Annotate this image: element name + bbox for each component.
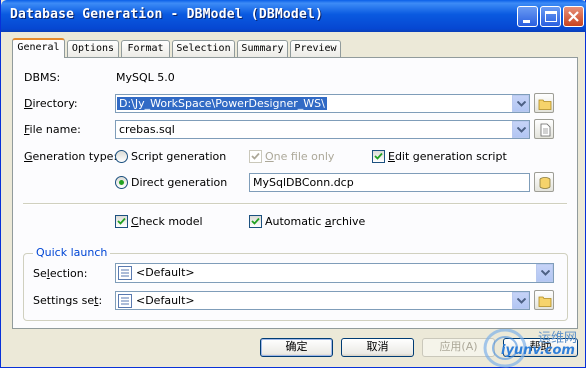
edit-generation-script-label: Edit generation script [388,150,507,163]
cancel-button[interactable]: 取消 [341,338,414,357]
tab-selection[interactable]: Selection [172,40,235,57]
window-title: Database Generation - DBModel (DBModel) [10,7,324,22]
automatic-archive-label: Automatic archive [265,215,366,228]
tab-format[interactable]: Format [121,40,170,57]
generation-type-label: Generation type: [24,150,118,163]
settings-set-combo[interactable]: <Default> [115,291,530,310]
selection-combo[interactable]: <Default> [115,263,554,283]
list-icon [118,294,132,308]
tab-options[interactable]: Options [67,40,119,57]
maximize-icon [545,11,557,22]
selection-label: Selection: [33,267,88,280]
connect-data-source-button[interactable] [534,172,554,192]
automatic-archive-checkbox[interactable] [249,215,262,228]
quick-launch-group: Quick launch Selection: <Default> Settin… [23,246,568,321]
ok-button[interactable]: 确定 [260,338,333,357]
minimize-button[interactable] [517,6,538,27]
close-button[interactable] [563,6,584,27]
separator [23,203,567,205]
data-source-value: MySqlDBConn.dcp [253,176,354,189]
close-icon [568,11,579,22]
watermark-text-url: iyunv.com [501,343,575,358]
script-generation-radio[interactable] [115,150,128,163]
one-file-only-label: One file only [265,150,335,163]
directory-label: Directory: [24,97,78,110]
filename-combo[interactable]: crebas.sql [115,120,530,139]
chevron-down-icon [517,298,526,304]
checkmark-icon [251,152,260,160]
checkmark-icon [251,217,260,225]
selection-dropdown-button[interactable] [536,264,553,282]
dbms-label: DBMS: [24,71,61,84]
dialog-window: Database Generation - DBModel (DBModel) … [0,0,586,368]
chevron-down-icon [517,127,526,133]
selection-value: <Default> [136,266,195,279]
filename-dropdown-button[interactable] [512,121,529,138]
maximize-button[interactable] [540,6,561,27]
folder-icon [538,99,552,110]
browse-settings-button[interactable] [534,290,554,310]
checkmark-icon [117,217,126,225]
one-file-only-checkbox[interactable] [249,150,262,163]
filename-value: crebas.sql [119,123,175,136]
directory-value: D:\Jy_WorkSpace\PowerDesigner_WS\ [117,97,327,110]
edit-file-button[interactable] [534,119,554,139]
directory-dropdown-button[interactable] [512,95,529,112]
minimize-icon [523,20,530,23]
quick-launch-title: Quick launch [33,246,111,259]
browse-directory-button[interactable] [534,93,554,113]
check-model-checkbox[interactable] [115,215,128,228]
script-generation-label: Script generation [131,150,227,163]
direct-generation-radio[interactable] [115,176,128,189]
settings-set-label: Settings set: [33,294,103,307]
dbms-value: MySQL 5.0 [116,71,175,84]
tab-general[interactable]: General [12,38,65,58]
data-source-field[interactable]: MySqlDBConn.dcp [249,173,530,192]
list-icon [118,266,132,280]
directory-combo[interactable]: D:\Jy_WorkSpace\PowerDesigner_WS\ [115,94,530,113]
title-bar[interactable]: Database Generation - DBModel (DBModel) [1,0,586,32]
folder-icon [538,296,552,307]
chevron-down-icon [541,270,550,276]
database-connect-icon [539,177,551,189]
general-panel: DBMS: MySQL 5.0 Directory: D:\Jy_WorkSpa… [12,57,578,329]
check-model-label: Check model [131,215,203,228]
document-icon [540,123,551,137]
tab-summary[interactable]: Summary [237,40,288,57]
settings-set-dropdown-button[interactable] [512,292,529,309]
filename-label: File name: [24,123,81,136]
checkmark-icon [374,152,383,160]
edit-generation-script-checkbox[interactable] [372,150,385,163]
direct-generation-label: Direct generation [131,176,228,189]
settings-set-value: <Default> [136,294,195,307]
chevron-down-icon [517,101,526,107]
tab-preview[interactable]: Preview [290,40,341,57]
